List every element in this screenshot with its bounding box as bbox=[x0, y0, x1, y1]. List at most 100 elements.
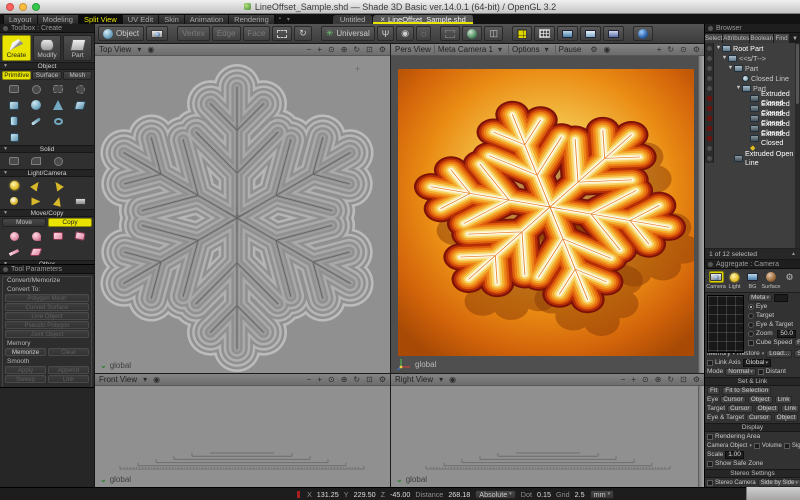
tree-item-label[interactable]: Closed Line bbox=[751, 74, 789, 83]
preview-render-button[interactable] bbox=[633, 26, 653, 41]
safe-zone-checkbox[interactable] bbox=[707, 461, 713, 467]
link-axis-checkbox[interactable] bbox=[707, 360, 713, 366]
view-dropdown-icon[interactable]: ▾ bbox=[143, 375, 147, 384]
collapse-icon[interactable]: ▲ bbox=[791, 251, 796, 257]
disc-button[interactable] bbox=[25, 114, 47, 128]
bg-panel-button[interactable]: BG bbox=[744, 271, 761, 290]
rotate-view-icon[interactable]: ↻ bbox=[353, 45, 360, 54]
workspace-add-icon[interactable]: ▪ bbox=[276, 14, 284, 24]
tab-modeling[interactable]: Modeling bbox=[38, 15, 79, 24]
view-lock-icon[interactable]: ◉ bbox=[147, 45, 154, 54]
point-light-button[interactable] bbox=[3, 194, 25, 208]
shading-settings-icon[interactable]: ⚙ bbox=[590, 45, 597, 54]
view-dropdown-icon[interactable]: ▾ bbox=[137, 45, 141, 54]
top-viewport-canvas[interactable]: + + ⌄ global bbox=[95, 56, 390, 373]
browser-header[interactable]: Browser bbox=[705, 24, 800, 33]
visibility-toggle[interactable] bbox=[705, 133, 714, 143]
tab-animation[interactable]: Animation bbox=[185, 15, 229, 24]
orbit-icon[interactable]: ↻ bbox=[667, 45, 674, 54]
view-settings-icon[interactable]: ⚙ bbox=[693, 375, 700, 384]
sight-checkbox[interactable] bbox=[784, 443, 790, 449]
top-viewport[interactable]: Top View ▾ ◉ − + ⊙ ⊕ ↻ ⊡ ⚙ bbox=[95, 44, 390, 373]
visibility-toggle[interactable] bbox=[705, 63, 714, 73]
rendering-area-checkbox[interactable] bbox=[707, 434, 713, 440]
twisty-icon[interactable]: ▼ bbox=[735, 85, 742, 91]
visibility-toggle[interactable] bbox=[705, 43, 714, 53]
cube-speed-checkbox[interactable] bbox=[748, 340, 754, 346]
pause-button[interactable]: Pause bbox=[555, 45, 585, 54]
camera-create-button[interactable] bbox=[69, 194, 91, 208]
spot-light-button[interactable] bbox=[25, 178, 47, 192]
doc-tab-active[interactable]: × LineOffset_Sample.shd bbox=[373, 15, 474, 24]
zoom-in-icon[interactable]: + bbox=[317, 375, 322, 384]
stack-copy-button[interactable] bbox=[47, 229, 69, 243]
scale-value-field[interactable]: 1.00 bbox=[725, 451, 744, 459]
fit-to-selection-button[interactable]: Fit to Selection bbox=[722, 387, 771, 395]
view-lock-icon[interactable]: ◉ bbox=[449, 375, 456, 384]
tree-scrollbar[interactable] bbox=[795, 43, 800, 248]
link-axis-value[interactable]: Global ▾ bbox=[743, 359, 771, 367]
top-view-title[interactable]: Top View bbox=[99, 45, 131, 54]
workspace-menu-icon[interactable]: ▾ bbox=[284, 14, 293, 24]
zoom-radio[interactable] bbox=[748, 331, 754, 337]
tab-select[interactable]: Select bbox=[705, 34, 723, 43]
fit-view-icon[interactable]: ⊡ bbox=[366, 45, 373, 54]
array-copy-button[interactable] bbox=[69, 229, 91, 243]
move-button[interactable]: Move bbox=[2, 218, 46, 227]
magnify-icon[interactable]: ⊙ bbox=[328, 45, 335, 54]
visibility-toggle[interactable] bbox=[705, 153, 714, 163]
tree-item-label[interactable]: <<s/T--> bbox=[739, 54, 766, 63]
render-globe-button[interactable] bbox=[462, 26, 482, 41]
sun-light-button[interactable] bbox=[3, 178, 25, 192]
tools-panel-button[interactable]: ⚙ bbox=[781, 271, 798, 283]
cone-button[interactable] bbox=[47, 98, 69, 112]
mirror-tool-button[interactable]: ◫ bbox=[484, 26, 503, 41]
tree-row[interactable]: ▼ Root Part bbox=[705, 43, 800, 53]
view-settings-icon[interactable]: ⚙ bbox=[693, 45, 700, 54]
rotate-tool-button[interactable]: ↻ bbox=[294, 26, 312, 41]
tab-mesh[interactable]: Mesh bbox=[63, 71, 92, 80]
create-button[interactable]: Create bbox=[2, 35, 31, 61]
tab-uv-edit[interactable]: UV Edit bbox=[123, 15, 159, 24]
distant-checkbox[interactable] bbox=[758, 369, 764, 375]
light-camera-section-header[interactable]: ▼ Light/Camera bbox=[0, 169, 94, 177]
options-menu[interactable]: Options ▾ bbox=[508, 45, 552, 54]
zoom-in-icon[interactable]: + bbox=[631, 375, 636, 384]
zoom-value-field[interactable]: 50.0 bbox=[777, 330, 796, 338]
unit-dropdown[interactable]: mm ▾ bbox=[590, 490, 615, 499]
minimize-window-icon[interactable] bbox=[19, 3, 27, 11]
magnify-icon[interactable]: ⊙ bbox=[642, 375, 649, 384]
tab-layout[interactable]: Layout bbox=[4, 15, 38, 24]
target-radio[interactable] bbox=[748, 313, 754, 319]
pers-view-title[interactable]: Pers View bbox=[395, 45, 431, 54]
tree-row[interactable]: Extruded Closed bbox=[705, 133, 800, 143]
visibility-toggle[interactable] bbox=[705, 53, 714, 63]
visibility-toggle[interactable] bbox=[705, 83, 714, 93]
target-link-button[interactable]: Link bbox=[781, 405, 799, 413]
right-viewport[interactable]: Right View ▾ ◉ − + ⊙ ⊕ ↻ ⊡ ⚙ ⌄ global bbox=[391, 374, 704, 487]
eye-radio[interactable] bbox=[748, 304, 754, 310]
stereo-camera-checkbox[interactable] bbox=[707, 480, 713, 486]
lamp-tool-button[interactable]: ◌ bbox=[416, 26, 431, 41]
eye-cursor-button[interactable]: Cursor bbox=[720, 396, 746, 404]
skeleton-tool-button[interactable]: Ψ bbox=[377, 26, 395, 41]
flash-light-button[interactable] bbox=[47, 194, 69, 208]
move-copy-section-header[interactable]: ▼ Move/Copy bbox=[0, 209, 94, 217]
rotate-view-icon[interactable]: ↻ bbox=[353, 375, 360, 384]
area-light-button[interactable] bbox=[47, 178, 69, 192]
view-dropdown-icon[interactable]: ▾ bbox=[439, 375, 443, 384]
tab-split-view[interactable]: Split View bbox=[79, 15, 123, 24]
resize-corner[interactable] bbox=[746, 487, 800, 500]
perspective-viewport[interactable]: Pers View Meta Camera 1 ▾ Options ▾ Paus… bbox=[391, 44, 704, 373]
pan-icon[interactable]: ⊕ bbox=[341, 375, 348, 384]
view-settings-icon[interactable]: ⚙ bbox=[379, 45, 386, 54]
zoom-out-icon[interactable]: − bbox=[307, 375, 312, 384]
shear-copy-button[interactable] bbox=[25, 245, 47, 259]
surface-panel-button[interactable]: Surface bbox=[762, 271, 780, 290]
target-object-button[interactable]: Object bbox=[755, 405, 780, 413]
smooth-label[interactable]: Smooth bbox=[7, 358, 89, 365]
cube-button[interactable] bbox=[3, 130, 25, 144]
mirror-copy-button[interactable] bbox=[3, 245, 25, 259]
camera-tool-button[interactable] bbox=[146, 26, 168, 41]
save-button[interactable]: Save... bbox=[794, 350, 800, 358]
